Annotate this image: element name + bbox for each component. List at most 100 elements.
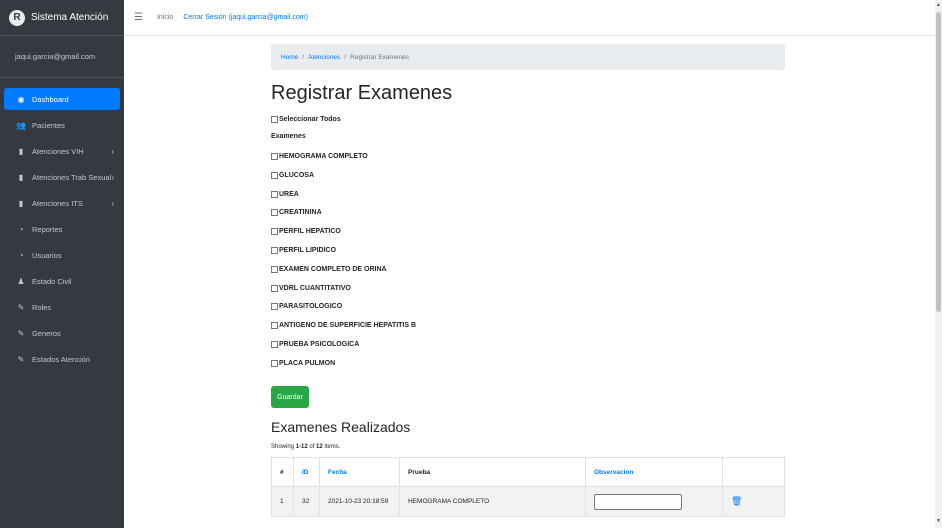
sidebar-item-label: Dashboard <box>32 94 69 104</box>
exam-option[interactable]: CREATININA <box>271 209 322 217</box>
users-icon: 👥 <box>16 120 26 130</box>
chart-pie-icon: ◔ <box>18 224 24 234</box>
exam-label: PARASITOLOGICO <box>279 303 343 311</box>
sidebar: R Sistema Atención jaqui.garcia@gmail.co… <box>0 0 124 528</box>
menu-toggle-icon[interactable]: ☰ <box>134 12 143 23</box>
summary-total: 12 <box>316 444 323 450</box>
breadcrumb: Home / Atenciones / Registrar Examenes <box>271 44 785 70</box>
results-title: Examenes Realizados <box>271 419 411 435</box>
exam-checkbox[interactable] <box>271 341 278 348</box>
exam-option[interactable]: PARASITOLOGICO <box>271 303 343 311</box>
cell-observacion <box>585 486 723 517</box>
sidebar-item-usuarios[interactable]: ◔ Usuarios <box>4 244 120 266</box>
col-prueba: Prueba <box>399 457 586 487</box>
save-button[interactable]: Guardar <box>271 386 309 408</box>
exam-label: UREA <box>279 190 299 198</box>
exam-checkbox[interactable] <box>271 359 278 367</box>
exam-option[interactable]: PERFIL HEPATICO <box>271 228 341 236</box>
exam-option[interactable]: ANTIGENO DE SUPERFICIE HEPATITIS B <box>271 322 417 330</box>
user-email: jaqui.garcia@gmail.com <box>15 52 96 61</box>
exam-label: PRUEBA PSICOLOGICA <box>279 341 360 348</box>
exam-label: ANTIGENO DE SUPERFICIE HEPATITIS B <box>279 322 417 330</box>
file-icon: ▮ <box>18 146 24 156</box>
person-icon: ♟ <box>17 276 25 286</box>
brand-link[interactable]: R Sistema Atención <box>0 0 124 36</box>
select-all-label: Seleccionar Todos <box>279 116 341 123</box>
select-all-checkbox[interactable] <box>271 116 278 123</box>
exam-option[interactable]: UREA <box>271 190 299 198</box>
chevron-left-icon: ‹ <box>111 198 114 208</box>
sidebar-item-roles[interactable]: ✎ Roles <box>4 296 120 318</box>
col-number: # <box>271 457 294 487</box>
col-id-sort[interactable]: ID <box>293 457 320 487</box>
exam-option[interactable]: GLUCOSA <box>271 171 314 179</box>
sidebar-item-label: Estados Atención <box>32 354 90 364</box>
user-panel[interactable]: jaqui.garcia@gmail.com <box>0 36 124 78</box>
col-fecha-sort[interactable]: Fecha <box>319 457 400 487</box>
sidebar-item-label: Atenciones Trab Sexual <box>32 172 112 182</box>
edit-icon: ✎ <box>17 354 25 364</box>
col-actions <box>722 457 785 487</box>
exam-checkbox[interactable] <box>271 284 278 292</box>
trash-icon[interactable]: 🗑 <box>731 496 742 506</box>
exam-label: CREATININA <box>279 209 322 217</box>
exam-checkbox[interactable] <box>271 171 278 179</box>
exam-label: PERFIL HEPATICO <box>279 228 341 236</box>
page-title: Registrar Examenes <box>271 82 453 104</box>
cell-prueba: HEMOGRAMA COMPLETO <box>399 486 586 517</box>
sidebar-item-estados-atencion[interactable]: ✎ Estados Atención <box>4 348 120 370</box>
exam-checkbox[interactable] <box>271 228 278 236</box>
sidebar-item-dashboard[interactable]: ◉ Dashboard <box>4 88 120 110</box>
exam-option[interactable]: PLACA PULMON <box>271 359 336 367</box>
cell-actions: 🗑 <box>722 486 785 517</box>
exam-checkbox[interactable] <box>271 153 278 160</box>
exam-label: HEMOGRAMA COMPLETO <box>279 153 368 160</box>
breadcrumb-atenciones[interactable]: Atenciones <box>308 54 340 61</box>
exam-checkbox[interactable] <box>271 265 278 273</box>
sidebar-item-generos[interactable]: ✎ Generos <box>4 322 120 344</box>
select-all-row[interactable]: Seleccionar Todos <box>271 116 341 123</box>
exam-checkbox[interactable] <box>271 322 278 330</box>
exam-option[interactable]: PRUEBA PSICOLOGICA <box>271 341 359 348</box>
sidebar-item-atenciones-trab-sexual[interactable]: ▮ Atenciones Trab Sexual ‹ <box>4 166 120 188</box>
exam-checkbox[interactable] <box>271 190 278 198</box>
logout-link[interactable]: Cerrar Sesión (jaqui.garcia@gmail.com) <box>183 14 308 21</box>
sidebar-item-label: Atenciones VIH <box>32 146 84 156</box>
summary-suffix: items. <box>322 444 341 450</box>
sidebar-item-label: Usuarios <box>32 250 62 260</box>
exam-option[interactable]: EXAMEN COMPLETO DE ORINA <box>271 265 387 273</box>
exam-label: PLACA PULMON <box>279 359 336 367</box>
sidebar-item-atenciones-its[interactable]: ▮ Atenciones ITS ‹ <box>4 192 120 214</box>
sidebar-item-pacientes[interactable]: 👥 Pacientes <box>4 114 120 136</box>
main-content: Home / Atenciones / Registrar Examenes R… <box>124 36 935 528</box>
scroll-up-icon[interactable]: ▲ <box>936 2 941 8</box>
chevron-left-icon: ‹ <box>111 172 114 182</box>
file-icon: ▮ <box>18 198 24 208</box>
sidebar-item-reportes[interactable]: ◔ Reportes <box>4 218 120 240</box>
exam-checkbox[interactable] <box>271 209 278 217</box>
page-scrollbar[interactable]: ▲ ▼ <box>935 0 942 528</box>
exam-option[interactable]: HEMOGRAMA COMPLETO <box>271 153 368 160</box>
breadcrumb-current: Registrar Examenes <box>350 53 410 61</box>
exam-option[interactable]: PERFIL LIPIDICO <box>271 247 336 254</box>
exam-checkbox[interactable] <box>271 247 278 254</box>
sidebar-item-estado-civil[interactable]: ♟ Estado Civil <box>4 270 120 292</box>
home-link[interactable]: Inicio <box>157 14 173 21</box>
observacion-input[interactable] <box>594 493 682 510</box>
edit-icon: ✎ <box>17 302 25 312</box>
cell-id: 32 <box>293 486 320 517</box>
sidebar-item-label: Estado Civil <box>32 276 72 286</box>
sidebar-item-label: Reportes <box>32 224 63 234</box>
sidebar-item-atenciones-vih[interactable]: ▮ Atenciones VIH ‹ <box>4 140 120 162</box>
sidebar-nav: ◉ Dashboard 👥 Pacientes ▮ Atenciones VIH ‹ ▮ Ate… <box>0 78 124 370</box>
breadcrumb-separator: / <box>344 53 347 61</box>
exam-option[interactable]: VDRL CUANTITATIVO <box>271 284 351 292</box>
scroll-down-icon[interactable]: ▼ <box>936 518 941 524</box>
top-navbar: ☰ Inicio Cerrar Sesión (jaqui.garcia@gma… <box>124 0 935 36</box>
cell-num: 1 <box>271 486 294 517</box>
exam-checkbox[interactable] <box>271 303 278 311</box>
scroll-thumb[interactable] <box>936 12 941 312</box>
col-observacion-sort[interactable]: Observacion <box>585 457 723 487</box>
breadcrumb-home[interactable]: Home <box>281 54 298 61</box>
edit-icon: ✎ <box>17 328 25 338</box>
